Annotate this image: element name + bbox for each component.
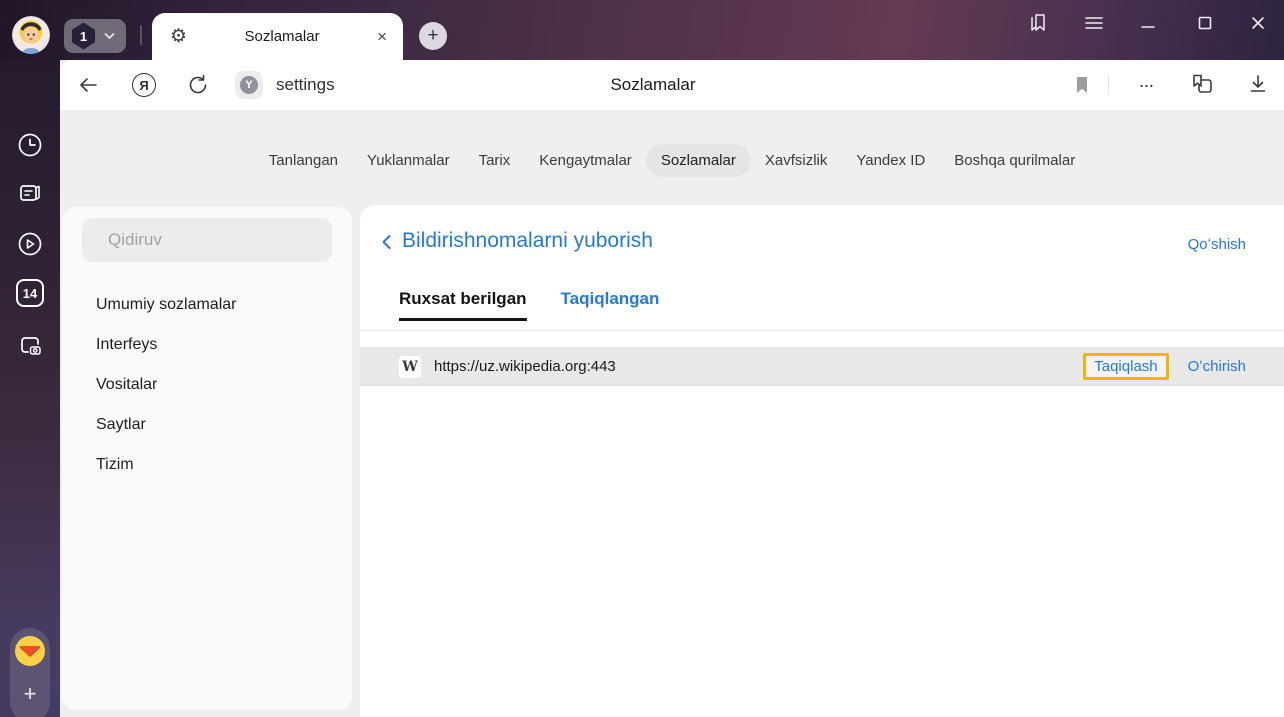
chevron-left-icon [377, 232, 397, 252]
downloads-button[interactable] [1246, 72, 1270, 96]
nav-tab-yandex-id[interactable]: Yandex ID [856, 152, 925, 169]
collections-icon [1190, 72, 1214, 96]
tabs-divider [360, 330, 1284, 331]
plus-icon: + [24, 681, 37, 707]
bookmark-flag-icon [1073, 75, 1091, 95]
nav-tab-yuklanmalar[interactable]: Yuklanmalar [367, 152, 450, 169]
calendar-button[interactable]: 14 [16, 279, 44, 307]
tab-ruxsat-berilgan[interactable]: Ruxsat berilgan [399, 289, 527, 321]
side-rail: 14 + [0, 60, 60, 717]
calendar-day-label: 14 [23, 286, 37, 301]
nav-tab-tarix[interactable]: Tarix [479, 152, 511, 169]
refresh-icon [187, 74, 209, 96]
maximize-icon [1197, 15, 1213, 31]
settings-sidebar-panel: Umumiy sozlamalar Interfeys Vositalar Sa… [62, 207, 352, 710]
history-button[interactable] [16, 131, 44, 159]
screenshot-camera-icon [16, 331, 44, 359]
sidebar-item-vositalar[interactable]: Vositalar [62, 365, 352, 405]
yandex-home-button[interactable]: Я [132, 73, 156, 97]
nav-tab-tanlangan[interactable]: Tanlangan [269, 152, 338, 169]
main-panel: Bildirishnomalarni yuborish Qoʻshish Rux… [360, 205, 1284, 717]
tab-title: Sozlamalar [187, 28, 377, 45]
refresh-button[interactable] [186, 73, 210, 97]
tab-counter[interactable]: 1 [64, 19, 126, 53]
minimize-icon [1140, 15, 1156, 31]
mail-icon [14, 635, 46, 667]
nav-tab-boshqa-qurilmalar[interactable]: Boshqa qurilmalar [954, 152, 1075, 169]
tab-taqiqlangan[interactable]: Taqiqlangan [561, 289, 660, 321]
pinned-apps-pill: + [10, 628, 50, 717]
back-arrow-icon [77, 74, 99, 96]
hamburger-menu-icon [1084, 15, 1104, 31]
tab-close-icon[interactable]: × [377, 28, 387, 45]
taqiqlash-button[interactable]: Taqiqlash [1083, 353, 1168, 380]
settings-nav-tabs: Tanlangan Yuklanmalar Tarix Kengaytmalar… [60, 142, 1284, 178]
settings-menu: Umumiy sozlamalar Interfeys Vositalar Sa… [62, 285, 352, 485]
section-title[interactable]: Bildirishnomalarni yuborish [402, 229, 653, 253]
page-title: Sozlamalar [493, 60, 813, 110]
site-row: W https://uz.wikipedia.org:443 Taqiqlash… [360, 347, 1284, 386]
more-actions-button[interactable]: ... [1132, 60, 1162, 104]
site-badge[interactable]: Y [235, 71, 263, 99]
bookmarks-icon [1026, 11, 1050, 35]
tabbar-divider [140, 25, 142, 45]
documents-icon [16, 179, 44, 207]
nav-tab-kengaytmalar[interactable]: Kengaytmalar [539, 152, 632, 169]
menu-button[interactable] [1081, 10, 1107, 36]
video-button[interactable] [16, 230, 44, 258]
close-window-button[interactable] [1245, 10, 1271, 36]
yandex-mail-button[interactable] [14, 635, 46, 667]
nav-tab-sozlamalar[interactable]: Sozlamalar [646, 144, 751, 177]
add-site-link[interactable]: Qoʻshish [1188, 236, 1246, 253]
toolbar-divider [1108, 75, 1109, 95]
browser-window: 1 ⚙ Sozlamalar × + [0, 0, 1284, 717]
tab-bar: 1 ⚙ Sozlamalar × + [0, 0, 1284, 60]
tab-count-badge: 1 [71, 23, 96, 50]
back-button[interactable] [76, 73, 100, 97]
plus-icon: + [427, 25, 438, 47]
tab-sozlamalar[interactable]: ⚙ Sozlamalar × [152, 13, 403, 60]
add-app-button[interactable]: + [10, 672, 50, 716]
sidebar-item-interfeys[interactable]: Interfeys [62, 325, 352, 365]
gear-icon: ⚙ [170, 27, 187, 46]
new-tab-button[interactable]: + [419, 22, 447, 50]
wikipedia-favicon: W [399, 356, 421, 378]
bookmarks-panel-button[interactable] [1025, 10, 1051, 36]
profile-avatar[interactable] [12, 16, 50, 54]
close-icon [1250, 15, 1266, 31]
chevron-down-icon [104, 32, 115, 40]
play-circle-icon [16, 230, 44, 258]
ochirish-button[interactable]: Oʻchirish [1188, 358, 1246, 375]
nav-tab-xavfsizlik[interactable]: Xavfsizlik [765, 152, 828, 169]
search-input[interactable] [82, 218, 332, 262]
site-favicon-letter: Y [240, 76, 258, 94]
yandex-letter: Я [139, 78, 148, 93]
toolbar: Я Y settings Sozlamalar ... [60, 60, 1284, 110]
maximize-button[interactable] [1192, 10, 1218, 36]
collections-button[interactable] [1190, 72, 1214, 96]
site-url: https://uz.wikipedia.org:443 [434, 358, 616, 375]
bookmark-button[interactable] [1070, 73, 1094, 97]
sidebar-item-tizim[interactable]: Tizim [62, 445, 352, 485]
avatar-girl-icon [12, 16, 50, 54]
notes-button[interactable] [16, 179, 44, 207]
permission-tabs: Ruxsat berilgan Taqiqlangan [399, 289, 659, 321]
back-to-sites-button[interactable] [377, 232, 397, 252]
clock-icon [16, 131, 44, 159]
minimize-button[interactable] [1135, 10, 1161, 36]
sidebar-item-umumiy-sozlamalar[interactable]: Umumiy sozlamalar [62, 285, 352, 325]
address-bar[interactable]: settings [276, 60, 335, 110]
download-icon [1247, 73, 1269, 95]
screenshot-button[interactable] [16, 331, 44, 359]
sidebar-item-saytlar[interactable]: Saytlar [62, 405, 352, 445]
